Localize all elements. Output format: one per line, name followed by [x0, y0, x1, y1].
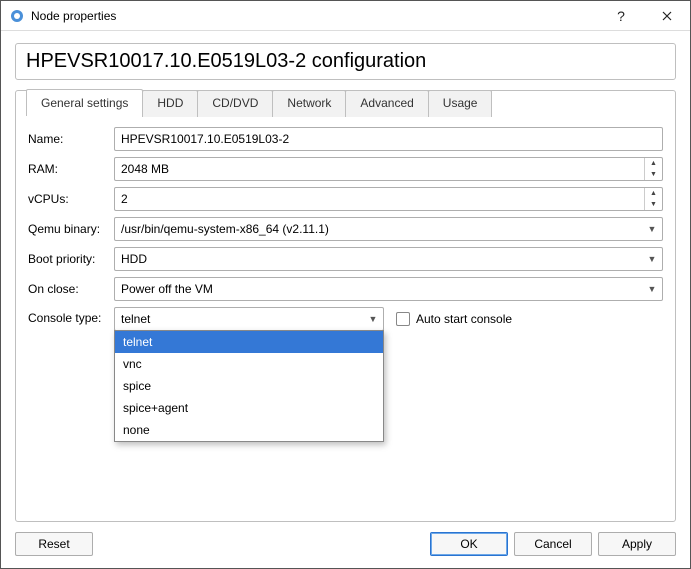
ram-step-down[interactable]: ▼ [645, 169, 662, 180]
tab-cddvd[interactable]: CD/DVD [197, 90, 273, 117]
vcpus-label: vCPUs: [28, 192, 114, 206]
console-option-spice-agent[interactable]: spice+agent [115, 397, 383, 419]
console-option-none[interactable]: none [115, 419, 383, 441]
console-type-select[interactable]: telnet ▼ [114, 307, 384, 331]
ram-label: RAM: [28, 162, 114, 176]
ram-step-up[interactable]: ▲ [645, 158, 662, 169]
main-panel: General settings HDD CD/DVD Network Adva… [15, 90, 676, 522]
page-title: HPEVSR10017.10.E0519L03-2 configuration [15, 43, 676, 80]
tab-hdd[interactable]: HDD [142, 90, 198, 117]
reset-button[interactable]: Reset [15, 532, 93, 556]
boot-value: HDD [115, 252, 642, 266]
vcpus-step-down[interactable]: ▼ [645, 199, 662, 210]
tab-advanced[interactable]: Advanced [345, 90, 428, 117]
tab-usage[interactable]: Usage [428, 90, 493, 117]
console-type-dropdown: telnet vnc spice spice+agent none [114, 330, 384, 442]
tab-network[interactable]: Network [272, 90, 346, 117]
name-input[interactable] [114, 127, 663, 151]
help-button[interactable]: ? [598, 1, 644, 31]
qemu-binary-combobox[interactable]: /usr/bin/qemu-system-x86_64 (v2.11.1) ▼ [114, 217, 663, 241]
onclose-label: On close: [28, 282, 114, 296]
cancel-button[interactable]: Cancel [514, 532, 592, 556]
chevron-down-icon: ▼ [642, 248, 662, 270]
content-area: HPEVSR10017.10.E0519L03-2 configuration … [1, 31, 690, 522]
ok-button[interactable]: OK [430, 532, 508, 556]
node-properties-window: Node properties ? HPEVSR10017.10.E0519L0… [0, 0, 691, 569]
console-option-vnc[interactable]: vnc [115, 353, 383, 375]
tab-general-settings[interactable]: General settings [26, 89, 143, 116]
console-option-telnet[interactable]: telnet [115, 331, 383, 353]
titlebar: Node properties ? [1, 1, 690, 31]
console-value: telnet [115, 312, 363, 326]
chevron-down-icon: ▼ [642, 278, 662, 300]
chevron-down-icon: ▼ [642, 218, 662, 240]
vcpus-step-up[interactable]: ▲ [645, 188, 662, 199]
console-option-spice[interactable]: spice [115, 375, 383, 397]
tab-bar: General settings HDD CD/DVD Network Adva… [26, 89, 665, 116]
ram-value: 2048 MB [115, 162, 644, 176]
onclose-value: Power off the VM [115, 282, 642, 296]
chevron-down-icon: ▼ [363, 308, 383, 330]
qemu-label: Qemu binary: [28, 222, 114, 236]
close-button[interactable] [644, 1, 690, 31]
button-bar: Reset OK Cancel Apply [1, 522, 690, 568]
vcpus-value: 2 [115, 192, 644, 206]
qemu-value: /usr/bin/qemu-system-x86_64 (v2.11.1) [115, 222, 642, 236]
apply-button[interactable]: Apply [598, 532, 676, 556]
app-icon [9, 8, 25, 24]
auto-start-console-checkbox[interactable] [396, 312, 410, 326]
boot-priority-select[interactable]: HDD ▼ [114, 247, 663, 271]
ram-spinbox[interactable]: 2048 MB ▲ ▼ [114, 157, 663, 181]
console-label: Console type: [28, 307, 114, 325]
auto-start-console-label: Auto start console [416, 312, 512, 326]
on-close-select[interactable]: Power off the VM ▼ [114, 277, 663, 301]
boot-label: Boot priority: [28, 252, 114, 266]
vcpus-spinbox[interactable]: 2 ▲ ▼ [114, 187, 663, 211]
name-label: Name: [28, 132, 114, 146]
window-title: Node properties [31, 9, 598, 23]
general-settings-form: Name: RAM: 2048 MB ▲ ▼ [26, 117, 665, 339]
